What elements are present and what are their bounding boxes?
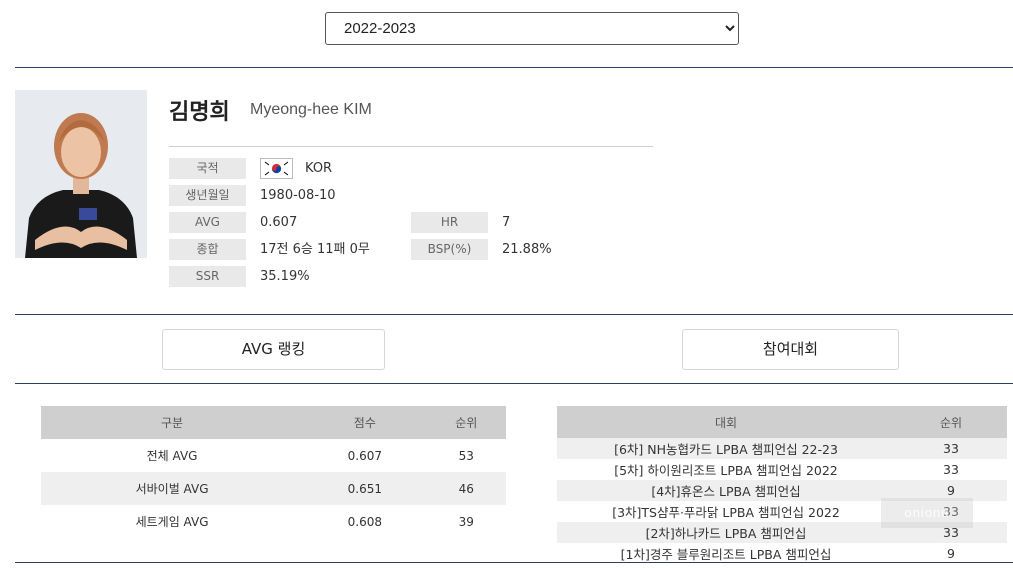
table-header-row: 대회 순위 [557, 406, 1007, 438]
column-header-tournament: 대회 [557, 406, 895, 438]
column-header-rank: 순위 [895, 406, 1007, 438]
korea-flag-icon [260, 158, 293, 179]
record-value: 17전 6승 11패 0무 [260, 242, 370, 257]
name-divider [169, 146, 653, 147]
tournament-name[interactable]: [3차]TS샴푸·푸라닭 LPBA 챔피언십 2022 [557, 501, 895, 522]
column-header-score: 점수 [303, 406, 427, 439]
tournament-rank: 9 [947, 546, 955, 561]
table-row: 세트게임 AVG 0.608 39 [41, 505, 506, 538]
tournament-name[interactable]: [1차]경주 블루원리조트 LPBA 챔피언십 [557, 543, 895, 564]
table-cell: 전체 AVG [146, 449, 198, 463]
table-cell: 0.608 [347, 514, 383, 529]
table-cell: 서바이벌 AVG [41, 472, 304, 505]
tournament-name[interactable]: [4차]휴온스 LPBA 챔피언십 [557, 480, 895, 501]
table-row: 서바이벌 AVG 0.651 46 [41, 472, 506, 505]
table-row: 전체 AVG 0.607 53 [41, 439, 506, 472]
table-cell: 세트게임 AVG [135, 515, 209, 529]
avg-label: AVG [169, 212, 246, 233]
hr-value: 7 [502, 215, 511, 230]
birthdate-label: 생년월일 [169, 185, 246, 206]
table-row[interactable]: [1차]경주 블루원리조트 LPBA 챔피언십 9 [557, 543, 1007, 564]
nationality-value: KOR [305, 161, 333, 176]
record-label: 종합 [169, 239, 246, 260]
table-header-row: 구분 점수 순위 [41, 406, 506, 439]
tournament-name[interactable]: [6차] NH농협카드 LPBA 챔피언십 22-23 [557, 438, 895, 459]
table-row[interactable]: [5차] 하이원리조트 LPBA 챔피언십 2022 33 [557, 459, 1007, 480]
tournament-table: 대회 순위 [6차] NH농협카드 LPBA 챔피언십 22-23 33 [5차… [557, 406, 1007, 564]
player-name-english: Myeong-hee KIM [250, 101, 372, 118]
tournaments-button[interactable]: 참여대회 [682, 329, 899, 370]
column-header-category: 구분 [41, 406, 304, 439]
table-cell: 39 [458, 514, 474, 529]
avg-ranking-button[interactable]: AVG 랭킹 [162, 329, 385, 370]
table-cell: 0.651 [303, 472, 427, 505]
tournament-name[interactable]: [2차]하나카드 LPBA 챔피언십 [557, 522, 895, 543]
divider-middle [15, 314, 1013, 315]
player-photo [15, 90, 147, 258]
avg-ranking-table: 구분 점수 순위 전체 AVG 0.607 53 서바이벌 AVG 0.651 … [41, 406, 506, 538]
table-cell: 46 [426, 472, 506, 505]
tournament-rank: 33 [943, 462, 959, 477]
divider-top [15, 67, 1013, 68]
tournament-rank: 33 [895, 438, 1007, 459]
table-row[interactable]: [6차] NH농협카드 LPBA 챔피언십 22-23 33 [557, 438, 1007, 459]
table-cell: 0.607 [347, 448, 383, 463]
player-name-korean: 김명희 [169, 100, 230, 125]
avg-value: 0.607 [260, 215, 298, 230]
season-select[interactable]: 2022-2023 [325, 12, 739, 45]
ssr-value: 35.19% [260, 269, 310, 284]
birthdate-value: 1980-08-10 [260, 188, 336, 203]
hr-label: HR [411, 212, 488, 233]
bsp-label: BSP(%) [411, 239, 488, 260]
bsp-value: 21.88% [502, 242, 552, 257]
divider-lower [15, 383, 1013, 384]
tournament-name[interactable]: [5차] 하이원리조트 LPBA 챔피언십 2022 [557, 459, 895, 480]
table-cell: 53 [458, 448, 474, 463]
watermark: onionu [881, 498, 973, 528]
ssr-label: SSR [169, 266, 246, 287]
divider-bottom [15, 562, 1013, 563]
column-header-rank: 순위 [426, 406, 506, 439]
nationality-label: 국적 [169, 158, 246, 179]
